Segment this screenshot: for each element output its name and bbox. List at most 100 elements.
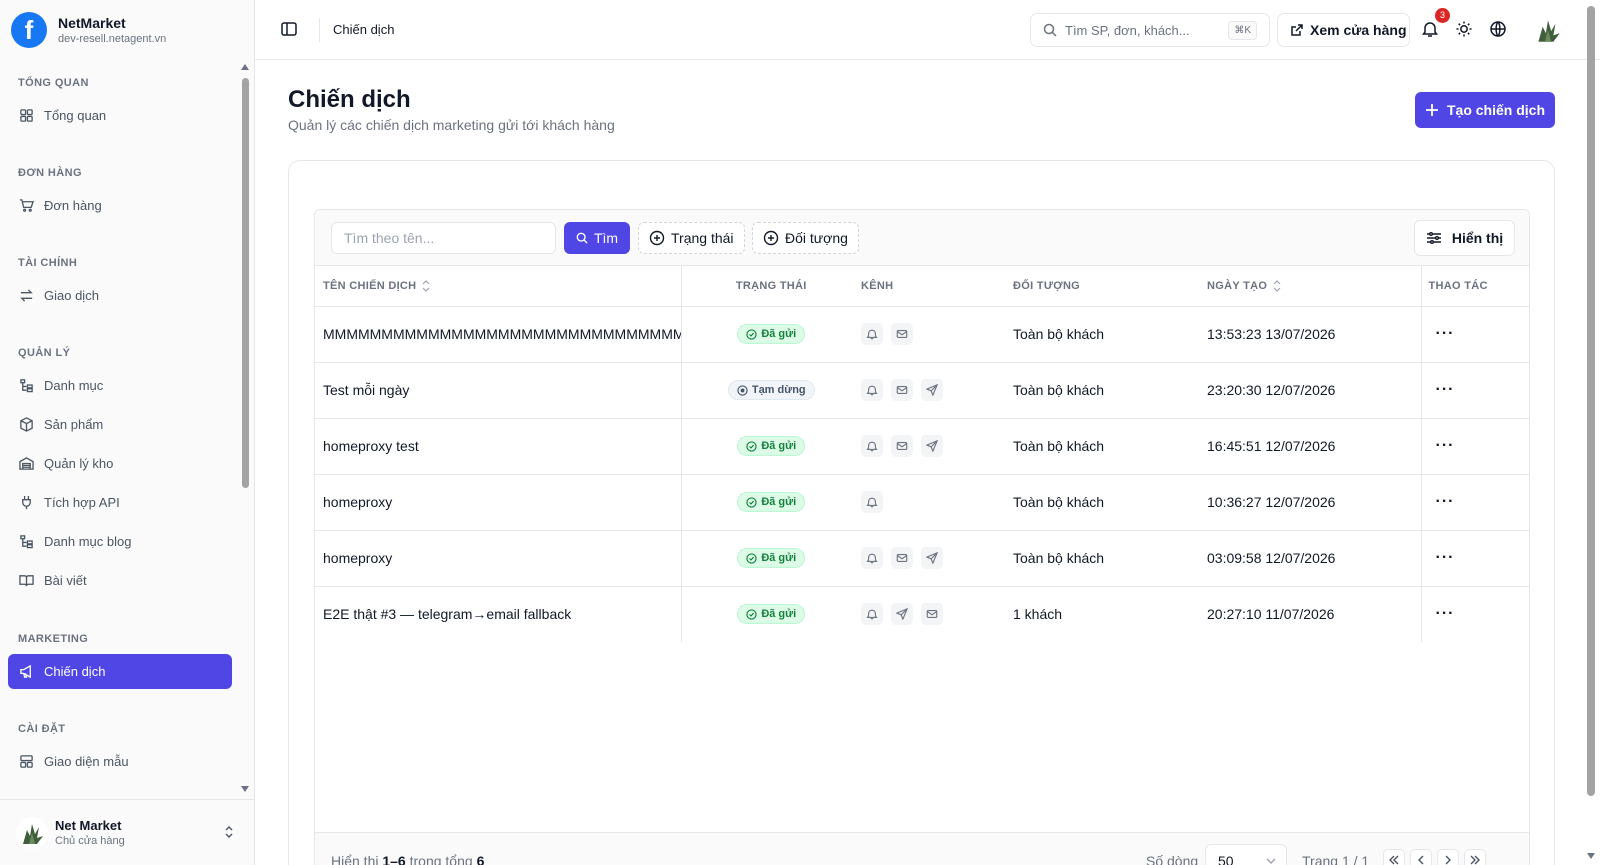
- view-options-label: Hiển thị: [1451, 230, 1504, 246]
- bell-icon[interactable]: [1421, 20, 1439, 38]
- campaign-name[interactable]: Test mỗi ngày: [315, 362, 682, 419]
- campaign-name[interactable]: homeproxy: [315, 474, 682, 531]
- column-header-name[interactable]: TÊN CHIẾN DỊCH: [315, 266, 682, 307]
- last-page-button[interactable]: [1464, 849, 1486, 865]
- user-menu[interactable]: Net Market Chủ cửa hàng: [0, 799, 255, 865]
- channel-cell: [861, 586, 1013, 642]
- campaign-name[interactable]: homeproxy test: [315, 418, 682, 475]
- prev-page-button[interactable]: [1410, 849, 1432, 865]
- campaign-name[interactable]: MMMMMMMMMMMMMMMMMMMMMMMMMMMMMMMMMMMM: [315, 306, 682, 363]
- pagination-total: 6: [476, 853, 485, 865]
- sidebar-nav: TỔNG QUAN Tổng quan ĐƠN HÀNG Đơn hàng TÀ…: [0, 60, 255, 798]
- table-row[interactable]: homeproxy Đã gửi Toàn bộ khách 10:36:27 12/…: [315, 474, 1529, 531]
- status-filter-button[interactable]: Trạng thái: [638, 222, 745, 254]
- sidebar-item-transactions[interactable]: Giao dịch: [8, 278, 232, 313]
- view-store-label: Xem cửa hàng: [1310, 22, 1407, 38]
- sidebar-item-api[interactable]: Tích hợp API: [8, 485, 232, 520]
- search-button[interactable]: Tìm: [564, 222, 630, 254]
- scroll-up-icon[interactable]: [241, 64, 249, 70]
- sidebar-toggle-icon[interactable]: [279, 19, 299, 39]
- sun-icon[interactable]: [1455, 20, 1473, 38]
- more-actions-icon[interactable]: ···: [1436, 437, 1455, 454]
- table-row[interactable]: E2E thật #3 — telegram→email fallback Đã …: [315, 586, 1529, 642]
- global-search-input[interactable]: Tìm SP, đơn, khách... ⌘K: [1030, 13, 1270, 47]
- next-page-button[interactable]: [1437, 849, 1459, 865]
- column-header-target: ĐỐI TƯỢNG: [1013, 266, 1207, 307]
- status-badge: Đã gửi: [737, 548, 806, 568]
- sidebar-item-categories[interactable]: Danh mục: [8, 368, 232, 403]
- table-row[interactable]: Test mỗi ngày Tạm dừng Toàn bộ khách 23:20:…: [315, 362, 1529, 419]
- chevrons-right-icon: [1470, 855, 1480, 865]
- bell-icon: [861, 547, 883, 569]
- mail-icon: [891, 323, 913, 345]
- scroll-down-icon[interactable]: [1587, 853, 1595, 859]
- table-row[interactable]: homeproxy test Đã gửi Toàn bộ khách 16:45:5…: [315, 418, 1529, 475]
- row-actions-cell: ···: [1420, 586, 1529, 642]
- create-campaign-button[interactable]: Tạo chiến dịch: [1415, 92, 1555, 128]
- layout-icon: [20, 755, 33, 768]
- scroll-down-icon[interactable]: [241, 786, 249, 792]
- table-row[interactable]: MMMMMMMMMMMMMMMMMMMMMMMMMMMMMMMMMMMM Đã g…: [315, 306, 1529, 363]
- sidebar-item-blog-categories[interactable]: Danh mục blog: [8, 524, 232, 559]
- column-header-action: THAO TÁC: [1420, 266, 1529, 307]
- sidebar-item-orders[interactable]: Đơn hàng: [8, 188, 232, 223]
- status-badge-label: Đã gửi: [761, 328, 797, 340]
- more-actions-icon[interactable]: ···: [1436, 325, 1455, 342]
- sidebar-item-label: Bài viết: [44, 573, 87, 588]
- campaign-name[interactable]: homeproxy: [315, 530, 682, 587]
- row-actions-cell: ···: [1420, 474, 1529, 531]
- brand[interactable]: f NetMarket dev-resell.netagent.vn: [0, 0, 254, 60]
- sort-icon[interactable]: [422, 279, 430, 292]
- pagination-range: 1–6: [382, 853, 406, 865]
- column-header-date[interactable]: NGÀY TẠO: [1207, 266, 1421, 307]
- sidebar-item-templates[interactable]: Giao diện mẫu: [8, 744, 232, 779]
- more-actions-icon[interactable]: ···: [1436, 493, 1455, 510]
- mail-icon: [921, 603, 943, 626]
- sidebar-item-posts[interactable]: Bài viết: [8, 563, 232, 598]
- plus-circle-icon: [763, 230, 779, 246]
- more-actions-icon[interactable]: ···: [1436, 381, 1455, 398]
- sidebar-item-warehouse[interactable]: Quản lý kho: [8, 446, 232, 481]
- sidebar-item-label: Tích hợp API: [44, 495, 120, 510]
- sidebar-item-products[interactable]: Sản phẩm: [8, 407, 232, 442]
- sidebar-item-campaigns[interactable]: Chiến dịch: [8, 654, 232, 689]
- page-scrollbar[interactable]: [1585, 0, 1597, 865]
- sidebar-item-label: Danh mục blog: [44, 534, 132, 549]
- scroll-thumb[interactable]: [242, 78, 249, 488]
- sort-icon[interactable]: [1273, 279, 1281, 292]
- grid-icon: [20, 109, 33, 122]
- search-icon: [576, 232, 588, 244]
- pagination: Hiển thị 1–6 trong tổng 6 Số dòng 50 Tra…: [315, 832, 1529, 865]
- first-page-button[interactable]: [1383, 849, 1405, 865]
- view-store-button[interactable]: Xem cửa hàng: [1277, 13, 1410, 47]
- more-actions-icon[interactable]: ···: [1436, 605, 1455, 622]
- rows-per-page-select[interactable]: 50: [1205, 844, 1287, 865]
- avatar[interactable]: [1532, 14, 1564, 46]
- sidebar-item-label: Đơn hàng: [44, 198, 102, 213]
- send-icon: [921, 435, 943, 457]
- row-actions-cell: ···: [1420, 530, 1529, 587]
- target-cell: Toàn bộ khách: [1013, 474, 1207, 531]
- sidebar-item-overview[interactable]: Tổng quan: [8, 98, 232, 133]
- sidebar-scrollbar[interactable]: [241, 64, 249, 792]
- audience-filter-button[interactable]: Đối tượng: [752, 222, 859, 254]
- external-link-icon: [1291, 24, 1303, 36]
- status-badge: Đã gửi: [737, 492, 806, 512]
- created-date-cell: 16:45:51 12/07/2026: [1207, 418, 1421, 475]
- globe-icon[interactable]: [1489, 20, 1507, 38]
- table-row[interactable]: homeproxy Đã gửi Toàn bộ khách 03:09:58 12/…: [315, 530, 1529, 587]
- more-actions-icon[interactable]: ···: [1436, 549, 1455, 566]
- scroll-thumb[interactable]: [1587, 6, 1595, 796]
- column-header-channel: KÊNH: [861, 266, 1013, 307]
- target-cell: Toàn bộ khách: [1013, 418, 1207, 475]
- status-badge-label: Đã gửi: [761, 608, 797, 621]
- campaign-name[interactable]: E2E thật #3 — telegram→email fallback: [315, 586, 682, 642]
- campaign-table-grid: TÊN CHIẾN DỊCH TRẠNG THÁI KÊNH ĐỐI TƯỢNG…: [315, 266, 1529, 642]
- sidebar-item-label: Danh mục: [44, 378, 104, 393]
- row-actions-cell: ···: [1420, 418, 1529, 475]
- view-options-button[interactable]: Hiển thị: [1414, 220, 1515, 256]
- target-cell: Toàn bộ khách: [1013, 362, 1207, 419]
- name-search-input[interactable]: Tìm theo tên...: [331, 222, 556, 254]
- created-date-cell: 03:09:58 12/07/2026: [1207, 530, 1421, 587]
- status-badge: Đã gửi: [737, 324, 806, 344]
